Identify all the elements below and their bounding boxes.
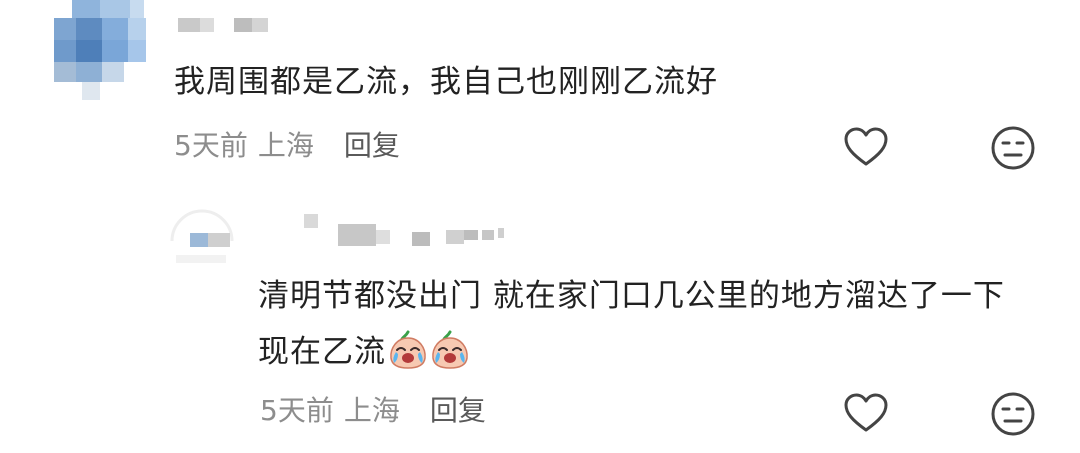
avatar[interactable] [42, 0, 152, 100]
username-pixelated[interactable] [178, 12, 278, 38]
crying-laugh-sticker-icon [430, 330, 470, 370]
reply-text: 清明节都没出门 就在家门口几公里的地方溜达了一下 现在乙流 [258, 268, 1038, 380]
comment-text: 我周围都是乙流，我自己也刚刚乙流好 [174, 64, 718, 100]
heart-outline-icon[interactable] [842, 390, 890, 438]
reply-location: 上海 [343, 394, 400, 427]
avatar-pixelated-image [170, 209, 234, 263]
username-blur-image [304, 214, 504, 246]
neutral-face-icon[interactable] [989, 124, 1037, 172]
comment-time: 5天前 [174, 129, 248, 162]
username-pixelated[interactable] [300, 206, 520, 256]
reply-time: 5天前 [260, 394, 334, 427]
reply-button[interactable]: 回复 [430, 394, 486, 427]
neutral-face-icon[interactable] [989, 390, 1037, 438]
avatar-pixelated-image [54, 0, 146, 100]
comment-meta: 5天前 上海 回复 [174, 128, 400, 164]
avatar[interactable] [168, 205, 240, 265]
crying-laugh-sticker-icon [388, 330, 428, 370]
comment-location: 上海 [257, 129, 314, 162]
heart-outline-icon[interactable] [842, 124, 890, 172]
reply-meta: 5天前 上海 回复 [260, 393, 486, 429]
username-blur-image [178, 18, 268, 32]
reply-text-content: 清明节都没出门 就在家门口几公里的地方溜达了一下 现在乙流 [258, 278, 1005, 370]
reply-button[interactable]: 回复 [344, 129, 400, 162]
